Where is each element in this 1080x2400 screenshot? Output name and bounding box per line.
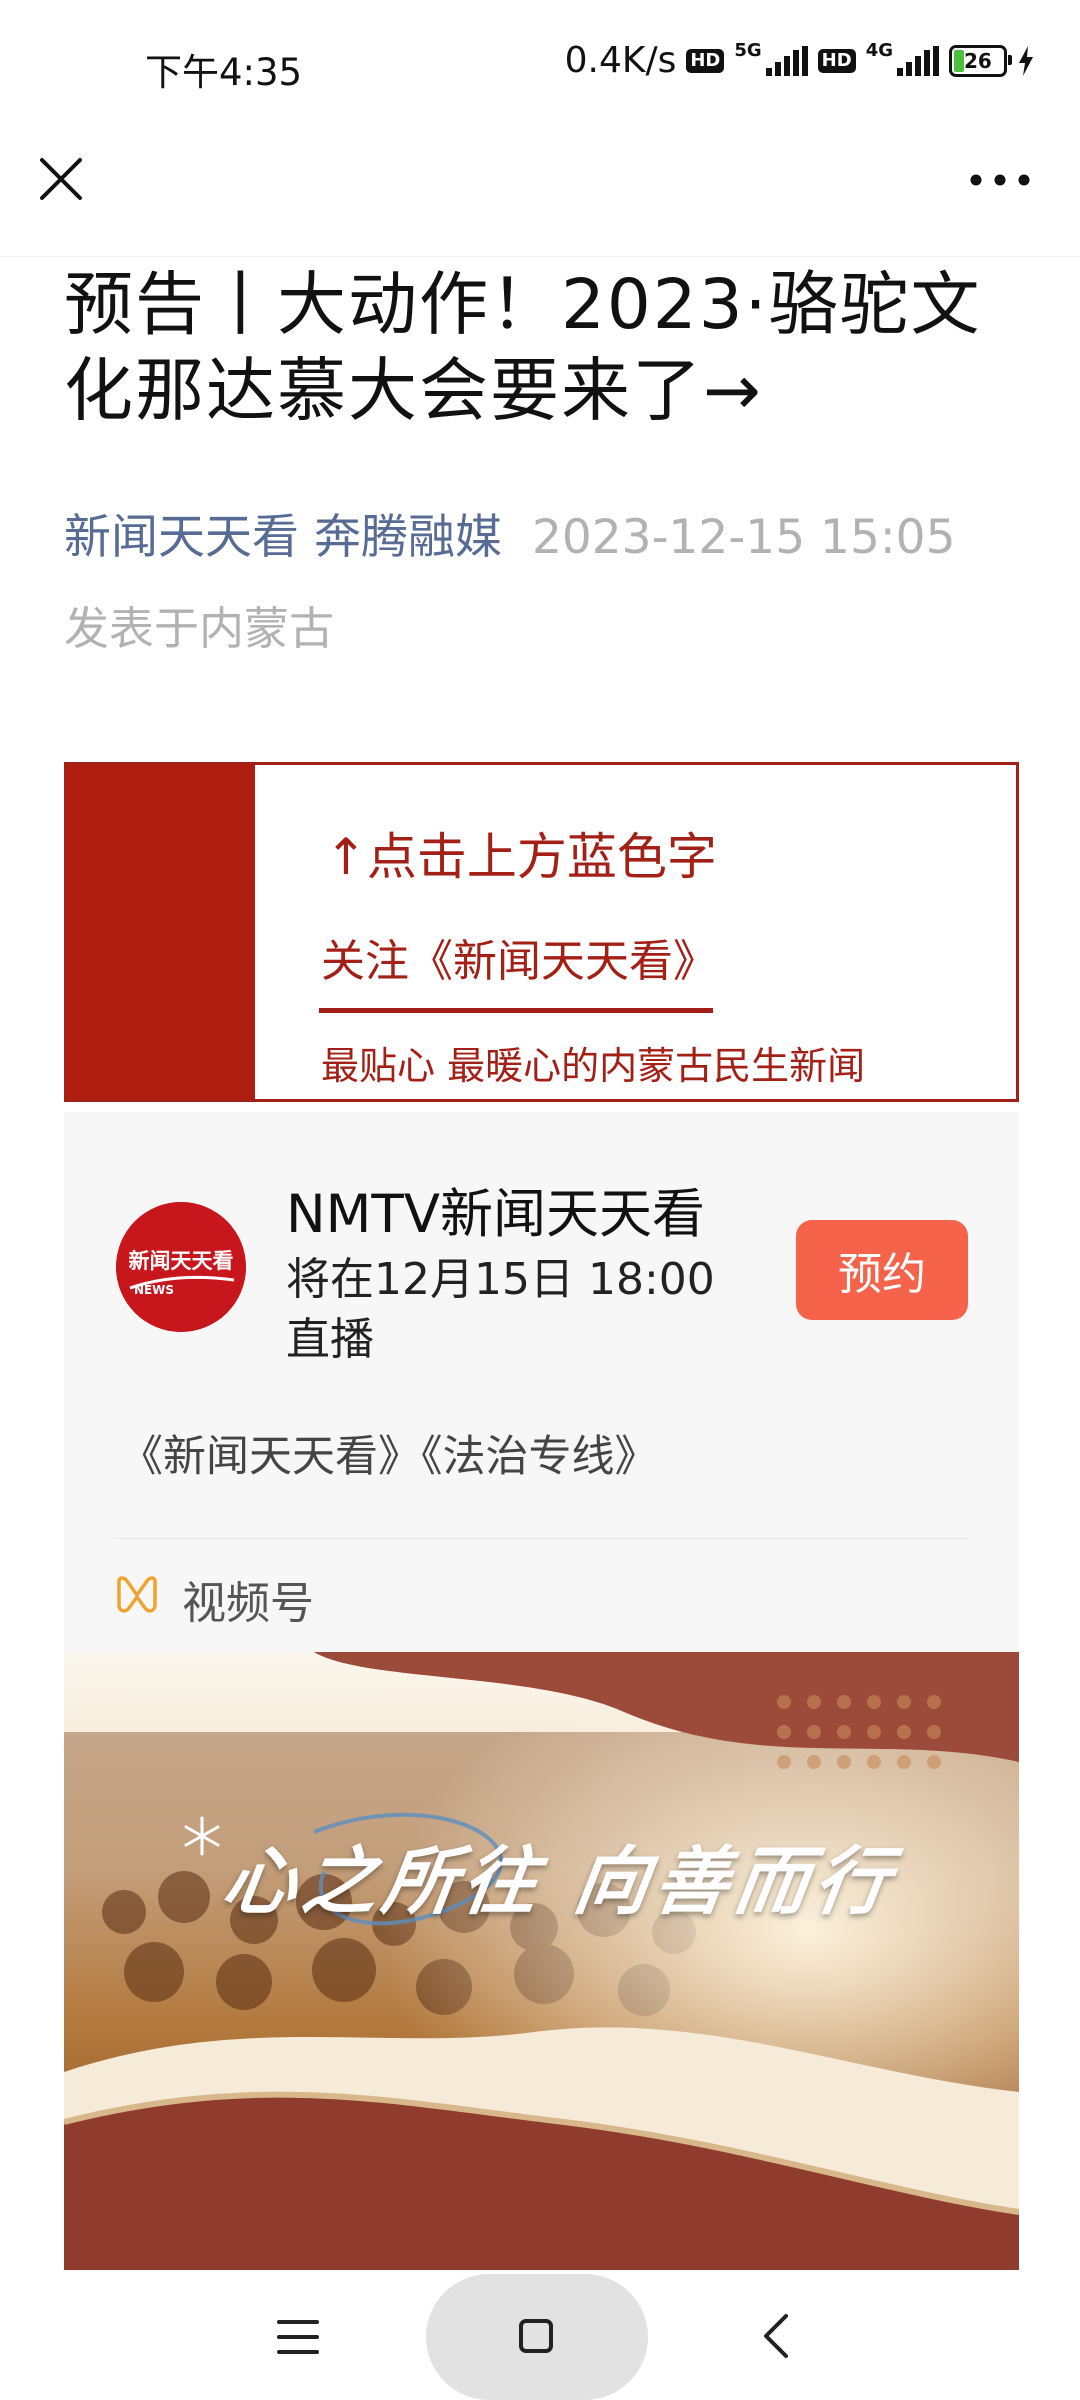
article-title: 预告丨大动作！2023·骆驼文化那达慕大会要来了→ xyxy=(64,265,982,431)
network-4g-label: 4G xyxy=(865,40,893,61)
reserve-button[interactable]: 预约 xyxy=(796,1220,968,1320)
avatar-subtext: NEWS xyxy=(134,1283,174,1297)
follow-banner: ↑点击上方蓝色字 关注《新闻天天看》 最贴心 最暖心的内蒙古民生新闻 xyxy=(64,762,1019,1102)
status-icons: 0.4K/s HD 5G HD 4G 26 xyxy=(565,40,1035,81)
channel-logo-icon: 新闻天天看 NEWS xyxy=(116,1202,246,1332)
banner-divider xyxy=(319,1008,713,1013)
channel-name: NMTV新闻天天看 xyxy=(286,1184,706,1245)
card-divider xyxy=(114,1538,969,1539)
channel-live-card[interactable]: 新闻天天看 NEWS NMTV新闻天天看 将在12月15日 18:00 直播 预… xyxy=(64,1112,1019,1652)
hd-badge-1: HD xyxy=(686,48,725,73)
more-icon[interactable] xyxy=(968,168,1032,192)
channel-avatar: 新闻天天看 NEWS xyxy=(116,1202,246,1332)
publish-date: 2023-12-15 15:05 xyxy=(531,510,956,565)
article-meta: 新闻天天看 奔腾融媒 2023-12-15 15:05 xyxy=(64,498,955,567)
signal-5g-icon xyxy=(765,45,808,76)
signal-4g-icon xyxy=(897,45,939,76)
channels-icon xyxy=(117,1576,157,1613)
banner-line-2: 关注《新闻天天看》 xyxy=(321,936,717,987)
battery-level: 26 xyxy=(964,48,992,73)
video-cover-image[interactable]: 心之所往 向善而行 xyxy=(64,1652,1019,2270)
close-icon[interactable] xyxy=(36,154,86,204)
banner-line-1: ↑点击上方蓝色字 xyxy=(325,828,717,886)
channels-label: 视频号 xyxy=(182,1578,314,1629)
author-link[interactable]: 新闻天天看 奔腾融媒 xyxy=(64,510,502,565)
hd-badge-2: HD xyxy=(817,48,856,73)
system-nav-bar xyxy=(0,2270,1080,2400)
network-5g-label: 5G xyxy=(734,40,762,61)
publish-location: 发表于内蒙古 xyxy=(64,602,335,655)
net-speed: 0.4K/s xyxy=(564,40,677,81)
snowflake-icon xyxy=(184,1816,220,1856)
cover-slogan: 心之所往 向善而行 xyxy=(217,1839,901,1925)
home-icon xyxy=(519,2319,553,2353)
menu-icon[interactable] xyxy=(276,2318,320,2356)
top-nav-bar xyxy=(0,130,1080,257)
status-time: 下午4:35 xyxy=(145,51,303,94)
back-icon[interactable] xyxy=(756,2312,796,2360)
battery-icon: 26 xyxy=(949,44,1012,77)
home-button[interactable] xyxy=(426,2274,648,2400)
banner-line-3: 最贴心 最暖心的内蒙古民生新闻 xyxy=(321,1044,866,1088)
banner-color-block xyxy=(67,765,255,1099)
cover-artwork xyxy=(64,1652,1019,2270)
channel-programs: 《新闻天天看》《法治专线》 xyxy=(120,1432,658,1482)
charging-icon xyxy=(1019,45,1033,76)
avatar-text: 新闻天天看 xyxy=(129,1249,234,1273)
status-bar: 下午4:35 0.4K/s HD 5G HD 4G 26 xyxy=(0,0,1080,130)
live-schedule: 将在12月15日 18:00 直播 xyxy=(286,1254,715,1365)
